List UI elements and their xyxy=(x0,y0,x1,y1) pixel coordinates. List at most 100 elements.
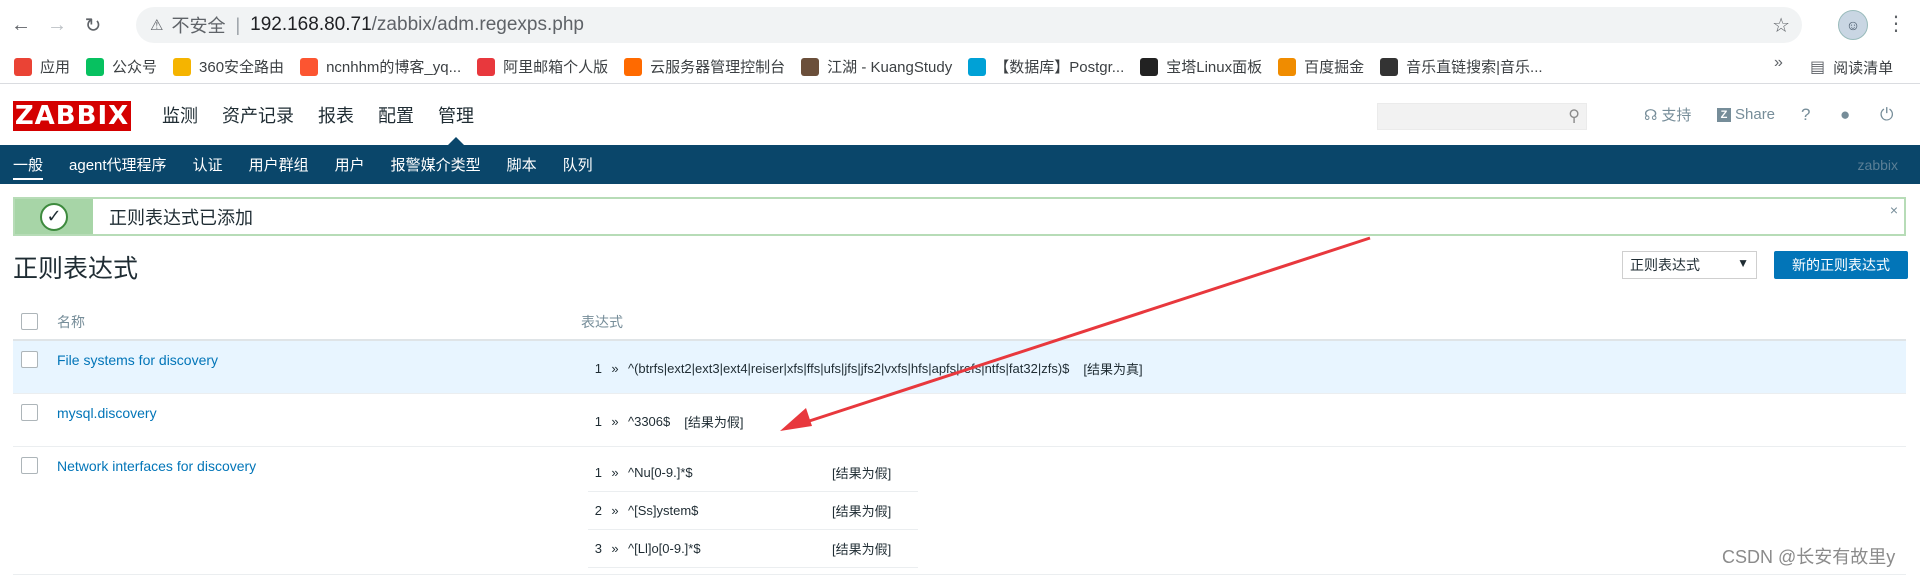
profile-avatar-icon[interactable]: ☺ xyxy=(1838,10,1868,40)
bookmark-label: 阿里邮箱个人版 xyxy=(503,59,609,76)
subnav-item[interactable]: 用户 xyxy=(322,145,378,184)
close-icon[interactable]: × xyxy=(1890,202,1898,218)
success-indicator: ✓ xyxy=(15,199,93,234)
row-checkbox[interactable] xyxy=(21,404,38,421)
regexp-name-link[interactable]: Network interfaces for discovery xyxy=(57,458,256,474)
headset-icon: ☊ xyxy=(1644,106,1658,124)
subnav-item[interactable]: 一般 xyxy=(0,145,56,184)
warning-triangle-icon: ⚠ xyxy=(150,17,164,34)
expression-text: ^3306$ xyxy=(628,413,671,429)
reading-list-button[interactable]: ▤ 阅读清单 xyxy=(1810,50,1893,84)
subnav-item[interactable]: 用户群组 xyxy=(236,145,322,184)
row-checkbox[interactable] xyxy=(21,457,38,474)
main-menu-item[interactable]: 报表 xyxy=(306,84,366,145)
success-message: ✓ 正则表达式已添加 × xyxy=(13,197,1906,236)
watermark: CSDN @长安有故里y xyxy=(1722,547,1896,567)
main-menu-item[interactable]: 资产记录 xyxy=(210,84,306,145)
share-link[interactable]: Z Share xyxy=(1717,84,1775,145)
regexp-table: 名称 表达式 File systems for discovery 1 » ^(btr… xyxy=(13,303,1906,575)
subnav-item[interactable]: 脚本 xyxy=(494,145,550,184)
expression-number: 2 xyxy=(594,502,602,518)
bookmark-item[interactable]: 音乐直链搜索|音乐... xyxy=(1372,52,1550,82)
table-row: File systems for discovery 1 » ^(btrfs|ext2… xyxy=(13,341,1906,394)
bookmark-item[interactable]: 宝塔Linux面板 xyxy=(1132,52,1270,82)
success-message-text: 正则表达式已添加 xyxy=(109,207,253,228)
expression-arrow: » xyxy=(611,360,619,376)
reload-icon[interactable]: ↻ xyxy=(78,10,108,40)
subnav-item[interactable]: 队列 xyxy=(550,145,606,184)
create-regexp-button[interactable]: 新的正则表达式 xyxy=(1774,251,1908,279)
expression-text: ^Nu[0-9.]*$ xyxy=(628,464,693,480)
bookmark-star-icon[interactable]: ☆ xyxy=(1772,13,1790,38)
wechat-icon xyxy=(86,57,105,76)
support-link[interactable]: ☊ 支持 xyxy=(1644,84,1691,145)
expression-line: 1 » ^Nu[0-9.]*$ [结果为假] xyxy=(588,453,891,491)
bilibili-icon xyxy=(968,57,987,76)
expression-result: [结果为真] xyxy=(1083,361,1143,377)
bookmark-item[interactable]: 应用 xyxy=(6,52,78,82)
expression-text: ^(btrfs|ext2|ext3|ext4|reiser|xfs|ffs|uf… xyxy=(628,360,1070,376)
subnav-item[interactable]: 报警媒介类型 xyxy=(378,145,494,184)
bookmark-item[interactable]: ncnhhm的博客_yq... xyxy=(292,52,469,82)
back-arrow-icon[interactable]: ← xyxy=(6,10,36,40)
mail-m-icon xyxy=(477,57,496,76)
juejin-icon xyxy=(1278,57,1297,76)
column-header-name[interactable]: 名称 xyxy=(57,303,85,341)
bookmark-item[interactable]: 360安全路由 xyxy=(165,52,292,82)
expression-result: [结果为假] xyxy=(832,503,892,519)
bookmark-label: 应用 xyxy=(40,59,71,76)
expression-result: [结果为假] xyxy=(832,541,892,557)
expression-line: 3 » ^[Ll]o[0-9.]*$ [结果为假] xyxy=(588,529,891,567)
csdn-c-icon xyxy=(300,57,319,76)
zabbix-header: ZABBIX 监测 资产记录 报表 配置 管理 ⚲ ☊ 支持 Z Share ? ● ⏻ xyxy=(0,84,1920,145)
bookmark-item[interactable]: 百度掘金 xyxy=(1270,52,1372,82)
address-bar[interactable]: ⚠ 不安全 | 192.168.80.71/zabbix/adm.regexps… xyxy=(136,7,1802,43)
page-type-select[interactable]: 正则表达式 ▼ xyxy=(1622,251,1757,279)
bookmark-item[interactable]: 阿里邮箱个人版 xyxy=(469,52,616,82)
power-icon[interactable]: ⏻ xyxy=(1880,84,1893,145)
search-input[interactable]: ⚲ xyxy=(1377,103,1587,130)
bookmark-item[interactable]: 【数据库】Postgr... xyxy=(960,52,1132,82)
main-menu-item[interactable]: 管理 xyxy=(426,84,486,145)
forward-arrow-icon[interactable]: → xyxy=(42,10,72,40)
subnav-item[interactable]: agent代理程序 xyxy=(56,145,180,184)
expression-arrow: » xyxy=(611,502,619,518)
router-360-icon xyxy=(173,57,192,76)
sub-navigation: 一般 agent代理程序 认证 用户群组 用户 报警媒介类型 脚本 队列 zabbix xyxy=(0,145,1920,184)
table-row: Network interfaces for discovery 1 » ^Nu[0-… xyxy=(13,447,1906,575)
subnav-item[interactable]: 认证 xyxy=(180,145,236,184)
bookmark-item[interactable]: 江湖 - KuangStudy xyxy=(793,52,960,82)
search-icon[interactable]: ⚲ xyxy=(1568,106,1580,126)
help-icon[interactable]: ? xyxy=(1801,84,1810,145)
browser-toolbar: ← → ↻ ⚠ 不安全 | 192.168.80.71/zabbix/adm.r… xyxy=(0,0,1920,50)
regexp-name-link[interactable]: File systems for discovery xyxy=(57,352,218,368)
main-menu-item[interactable]: 监测 xyxy=(150,84,210,145)
bookmarks-more-icon[interactable]: » xyxy=(1774,54,1783,72)
bookmark-label: 云服务器管理控制台 xyxy=(650,59,786,76)
zabbix-logo[interactable]: ZABBIX xyxy=(13,101,131,131)
apps-grid-icon xyxy=(14,57,32,76)
share-z-icon: Z xyxy=(1717,107,1731,122)
row-checkbox[interactable] xyxy=(21,351,38,368)
expression-arrow: » xyxy=(611,464,619,480)
bookmark-item[interactable]: 云服务器管理控制台 xyxy=(616,52,793,82)
browser-menu-icon[interactable]: ⋮ xyxy=(1886,12,1906,36)
expression-arrow: » xyxy=(611,413,619,429)
regexp-name-link[interactable]: mysql.discovery xyxy=(57,405,157,421)
expression-line: 2 » ^[Ss]ystem$ [结果为假] xyxy=(588,491,891,529)
user-icon[interactable]: ● xyxy=(1840,84,1850,145)
expression-number: 1 xyxy=(594,464,602,480)
main-menu-item[interactable]: 配置 xyxy=(366,84,426,145)
checkmark-icon: ✓ xyxy=(40,202,68,231)
bookmark-item[interactable]: 公众号 xyxy=(78,52,165,82)
expression-line: 1 » ^3306$ [结果为假] xyxy=(588,402,744,440)
expression-result: [结果为假] xyxy=(684,414,744,430)
expression-number: 1 xyxy=(594,360,602,376)
select-all-checkbox[interactable] xyxy=(21,313,38,330)
bt-icon xyxy=(1140,57,1159,76)
table-row: mysql.discovery 1 » ^3306$ [结果为假] xyxy=(13,394,1906,447)
expression-arrow: » xyxy=(611,540,619,556)
expression-text: ^[Ll]o[0-9.]*$ xyxy=(628,540,701,556)
expression-number: 3 xyxy=(594,540,602,556)
expression-divider xyxy=(588,567,918,568)
